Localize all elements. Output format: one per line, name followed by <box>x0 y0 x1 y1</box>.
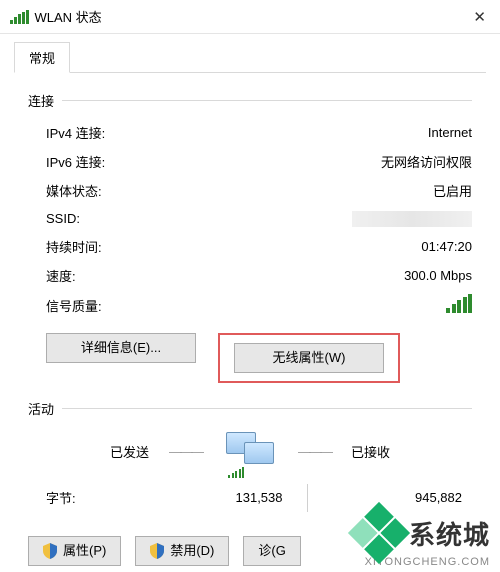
sent-label: 已发送 <box>110 442 149 461</box>
received-label: 已接收 <box>351 442 390 461</box>
ipv4-value: Internet <box>202 118 472 147</box>
speed-value: 300.0 Mbps <box>202 261 472 290</box>
titlebar: WLAN 状态 ✕ <box>0 0 500 34</box>
bytes-received: 945,882 <box>308 490 473 505</box>
group-connection: 连接 <box>28 91 472 110</box>
properties-button-label: 属性(P) <box>63 537 106 565</box>
diagnose-button-label: 诊(G <box>258 537 285 565</box>
close-button[interactable]: ✕ <box>473 8 486 26</box>
shield-icon <box>43 543 57 559</box>
group-connection-label: 连接 <box>28 91 62 110</box>
connection-table: IPv4 连接: Internet IPv6 连接: 无网络访问权限 媒体状态:… <box>28 118 472 321</box>
group-activity-label: 活动 <box>28 399 62 418</box>
media-label: 媒体状态: <box>28 176 202 205</box>
window-title: WLAN 状态 <box>35 7 102 26</box>
quality-label: 信号质量: <box>28 290 202 321</box>
activity-signal-icon <box>228 468 244 478</box>
footer-buttons: 属性(P) 禁用(D) 诊(G <box>0 518 500 566</box>
bytes-label: 字节: <box>28 488 128 507</box>
signal-quality-icon <box>446 295 472 313</box>
connection-section: 连接 IPv4 连接: Internet IPv6 连接: 无网络访问权限 媒体… <box>0 73 500 389</box>
bytes-sent: 131,538 <box>128 490 307 505</box>
tab-strip: 常规 <box>0 34 500 73</box>
disable-button[interactable]: 禁用(D) <box>135 536 229 566</box>
ipv6-value: 无网络访问权限 <box>202 147 472 176</box>
group-activity: 活动 <box>28 399 472 418</box>
dash-left: ——— <box>169 444 202 459</box>
wireless-props-highlight: 无线属性(W) <box>218 333 400 383</box>
dash-right: ——— <box>298 444 331 459</box>
connection-buttons: 详细信息(E)... 无线属性(W) <box>46 333 472 383</box>
properties-button[interactable]: 属性(P) <box>28 536 121 566</box>
wireless-properties-button[interactable]: 无线属性(W) <box>234 343 384 373</box>
bytes-row: 字节: 131,538 945,882 <box>28 484 472 512</box>
speed-label: 速度: <box>28 261 202 290</box>
duration-value: 01:47:20 <box>202 232 472 261</box>
ipv4-label: IPv4 连接: <box>28 118 202 147</box>
details-button[interactable]: 详细信息(E)... <box>46 333 196 363</box>
ssid-label: SSID: <box>28 205 202 232</box>
wifi-signal-icon <box>10 10 29 24</box>
duration-label: 持续时间: <box>28 232 202 261</box>
ssid-blurred <box>352 211 472 227</box>
shield-icon <box>150 543 164 559</box>
activity-section: 活动 已发送 ——— ——— 已接收 字节: 131,538 945,882 <box>0 389 500 518</box>
ssid-value <box>202 205 472 232</box>
diagnose-button[interactable]: 诊(G <box>243 536 300 566</box>
quality-value <box>202 290 472 321</box>
tab-general[interactable]: 常规 <box>14 42 70 73</box>
ipv6-label: IPv6 连接: <box>28 147 202 176</box>
disable-button-label: 禁用(D) <box>170 537 214 565</box>
media-value: 已启用 <box>202 176 472 205</box>
activity-header: 已发送 ——— ——— 已接收 <box>28 430 472 474</box>
monitors-icon <box>222 430 278 474</box>
